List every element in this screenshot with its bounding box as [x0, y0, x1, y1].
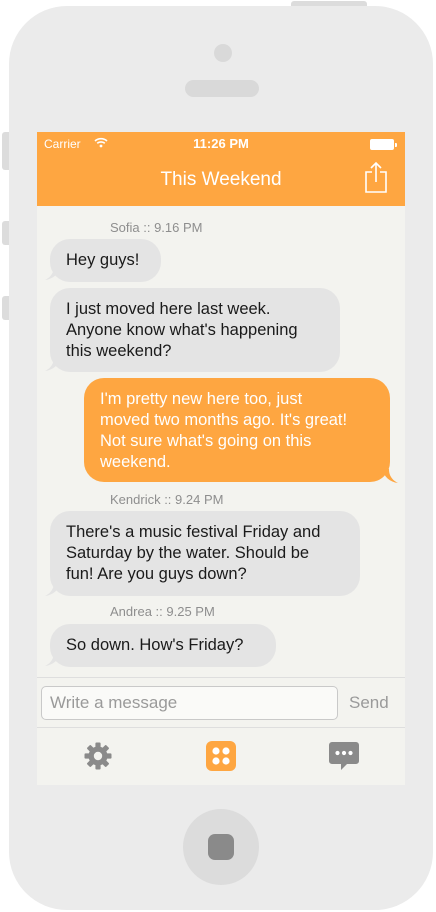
message-line: moved two months ago. It's great!: [100, 411, 348, 429]
message-sender: Kendrick :: 9.24 PM: [110, 492, 224, 507]
home-button-square: [208, 834, 234, 860]
message-line: So down. How's Friday?: [66, 636, 244, 654]
tab-bar: [37, 729, 405, 785]
message-line: I'm pretty new here too, just: [100, 390, 303, 408]
message-line: this weekend?: [66, 342, 172, 360]
message-bubble: There's a music festival Friday and Satu…: [50, 511, 360, 596]
send-button[interactable]: Send: [349, 693, 389, 713]
message-composer: Send: [37, 677, 405, 728]
earpiece-speaker: [185, 80, 259, 97]
battery-icon: [370, 139, 397, 150]
chat-bubble-icon[interactable]: [329, 741, 359, 771]
front-camera: [214, 44, 232, 62]
message-line: There's a music festival Friday and: [66, 523, 321, 541]
message-bubble: Hey guys!: [50, 239, 161, 282]
navigation-bar: Carrier 11:26 PM This Weekend: [37, 132, 405, 206]
status-bar: Carrier 11:26 PM: [37, 132, 405, 156]
phone-screen: Carrier 11:26 PM This Weekend Sofia :: 9…: [37, 132, 405, 785]
gear-icon[interactable]: [83, 741, 113, 771]
message-line: Hey guys!: [66, 251, 140, 269]
message-bubble: I just moved here last week. Anyone know…: [50, 288, 340, 372]
message-line: I just moved here last week.: [66, 300, 271, 318]
message-bubble: I'm pretty new here too, just moved two …: [84, 378, 390, 482]
message-input[interactable]: [41, 686, 338, 720]
message-line: Anyone know what's happening: [66, 321, 298, 339]
message-sender: Andrea :: 9.25 PM: [110, 604, 215, 619]
message-line: Not sure what's going on this: [100, 432, 312, 450]
status-time: 11:26 PM: [193, 136, 249, 151]
message-sender: Sofia :: 9.16 PM: [110, 220, 203, 235]
message-line: fun! Are you guys down?: [66, 565, 247, 583]
share-icon[interactable]: [364, 161, 388, 194]
message-line: Saturday by the water. Should be: [66, 544, 310, 562]
message-bubble: So down. How's Friday?: [50, 624, 276, 667]
page-title: This Weekend: [160, 169, 282, 190]
message-line: weekend.: [100, 453, 171, 471]
grid-dots-icon[interactable]: [206, 741, 236, 771]
